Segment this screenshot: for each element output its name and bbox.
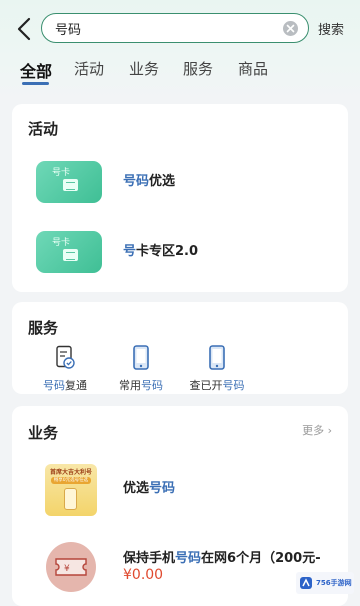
- highlight-text: 号码: [43, 379, 65, 392]
- tab-activity[interactable]: 活动: [74, 58, 104, 79]
- service-label: 常用号码: [106, 377, 176, 393]
- item-label-rest: 优选: [149, 174, 176, 189]
- service-number-restore[interactable]: 号码复通: [30, 345, 100, 393]
- highlight-text: 号码: [222, 379, 245, 392]
- tab-business[interactable]: 业务: [129, 58, 159, 79]
- sim-card-thumbnail[interactable]: 号卡: [36, 231, 102, 273]
- promo-thumb-title: 首席大吉大利号: [49, 469, 92, 476]
- document-icon: [54, 345, 76, 371]
- more-label: 更多: [302, 424, 325, 437]
- item-label-rest: 卡专区2.0: [136, 244, 199, 259]
- highlight-text: 号码: [149, 481, 176, 496]
- service-check-opened-numbers[interactable]: 查已开号码: [182, 345, 252, 393]
- search-field[interactable]: 号码: [41, 13, 309, 43]
- active-tab-indicator: [22, 82, 49, 85]
- sim-chip-icon: [63, 249, 78, 261]
- search-input[interactable]: 号码: [55, 19, 283, 38]
- close-icon: [286, 24, 295, 32]
- chevron-right-icon: ›: [327, 424, 332, 437]
- business-item-keep-number[interactable]: 保持手机号码在网6个月（200元-: [123, 547, 321, 566]
- highlight-text: 号码: [123, 174, 150, 189]
- category-tabs: 全部 活动 业务 服务 商品: [0, 56, 360, 90]
- price-label: ¥0.00: [123, 567, 164, 583]
- more-link[interactable]: 更多 ›: [302, 422, 332, 438]
- sim-thumb-label: 号卡: [52, 238, 71, 248]
- service-title: 服务: [28, 319, 59, 337]
- service-label: 查已开号码: [182, 377, 252, 393]
- activity-card: 活动 号卡 号码优选 号卡 号卡专区2.0: [12, 104, 348, 292]
- sim-card-thumbnail[interactable]: 号卡: [36, 161, 102, 203]
- label-pre: 优选: [123, 481, 150, 496]
- promo-thumbnail[interactable]: 首席大吉大利号 畅享0元选号任选: [45, 464, 97, 516]
- svg-text:¥: ¥: [64, 564, 70, 574]
- clear-icon[interactable]: [283, 20, 298, 36]
- highlight-text: 号码: [175, 551, 202, 566]
- ticket-icon: ¥: [55, 558, 87, 576]
- coupon-thumbnail[interactable]: ¥: [46, 542, 96, 592]
- search-button[interactable]: 搜索: [318, 19, 344, 38]
- site-watermark: 756手游网: [296, 572, 354, 594]
- highlight-text: 号: [123, 244, 137, 259]
- service-label: 号码复通: [30, 377, 100, 393]
- service-common-numbers[interactable]: 常用号码: [106, 345, 176, 393]
- business-item-number-select[interactable]: 优选号码: [123, 477, 175, 496]
- watermark-text: 756手游网: [316, 579, 352, 587]
- phone-icon: [64, 488, 77, 510]
- label-rest: 复通: [65, 379, 87, 392]
- tab-all[interactable]: 全部: [20, 58, 52, 82]
- business-title: 业务: [28, 424, 59, 442]
- sim-thumb-label: 号卡: [52, 168, 71, 178]
- label-rest: 在网6个月（200元-: [201, 551, 321, 566]
- label-pre: 查已开: [189, 379, 223, 392]
- tab-products[interactable]: 商品: [238, 58, 268, 79]
- activity-item-number-select[interactable]: 号码优选: [123, 170, 175, 189]
- sim-chip-icon: [63, 179, 78, 191]
- activity-item-sim-zone[interactable]: 号卡专区2.0: [123, 240, 198, 259]
- label-pre: 常用: [119, 379, 141, 392]
- chevron-left-icon: [17, 17, 31, 41]
- phone-icon: [206, 345, 228, 371]
- logo-icon: [300, 577, 312, 589]
- phone-icon: [130, 345, 152, 371]
- back-button[interactable]: [12, 14, 36, 44]
- activity-title: 活动: [28, 120, 59, 138]
- promo-thumb-subtitle: 畅享0元选号任选: [51, 477, 91, 484]
- tab-service[interactable]: 服务: [183, 58, 213, 79]
- highlight-text: 号码: [141, 379, 163, 392]
- label-pre: 保持手机: [123, 551, 176, 566]
